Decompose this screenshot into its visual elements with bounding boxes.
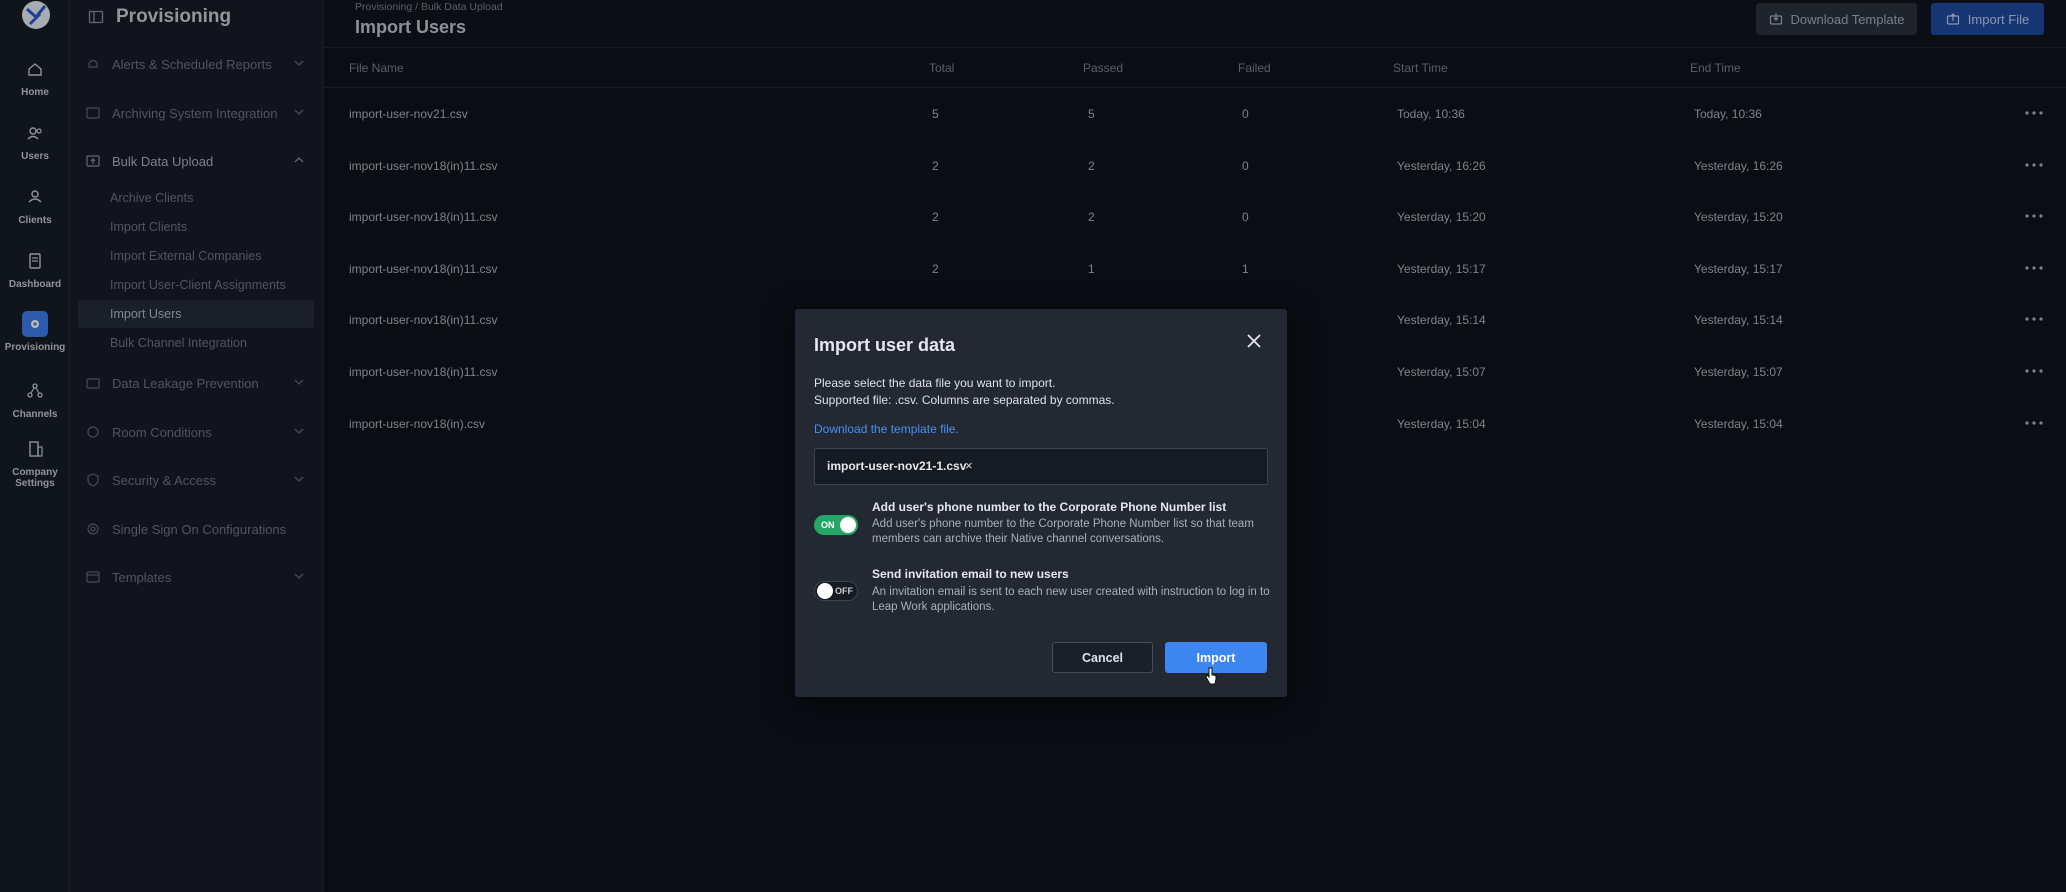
close-icon[interactable] xyxy=(1244,331,1264,351)
toggle-knob xyxy=(840,517,856,533)
mouse-pointer-icon xyxy=(1205,667,1217,685)
invitation-email-option-desc: An invitation email is sent to each new … xyxy=(872,586,1270,613)
dialog-supported-file-note: Supported file: .csv. Columns are separa… xyxy=(814,393,1115,407)
dialog-description: Please select the data file you want to … xyxy=(814,376,1056,390)
phone-number-option-title: Add user's phone number to the Corporate… xyxy=(872,500,1227,514)
dialog-title: Import user data xyxy=(814,335,956,355)
download-template-link[interactable]: Download the template file. xyxy=(814,422,959,436)
invitation-email-option-title: Send invitation email to new users xyxy=(872,567,1069,581)
remove-file-button[interactable]: × xyxy=(965,458,973,473)
cancel-button[interactable]: Cancel xyxy=(1052,642,1153,673)
file-input[interactable]: import-user-nov21-1.csv × xyxy=(814,448,1268,485)
toggle-state-label: OFF xyxy=(835,586,853,596)
toggle-knob xyxy=(817,583,833,599)
phone-number-option-desc: Add user's phone number to the Corporate… xyxy=(872,518,1254,545)
selected-file-name: import-user-nov21-1.csv xyxy=(827,459,967,473)
invitation-email-toggle[interactable]: OFF xyxy=(814,581,858,601)
import-user-data-dialog: Import user data Please select the data … xyxy=(795,309,1287,697)
phone-number-toggle[interactable]: ON xyxy=(814,515,858,535)
toggle-state-label: ON xyxy=(821,520,835,530)
